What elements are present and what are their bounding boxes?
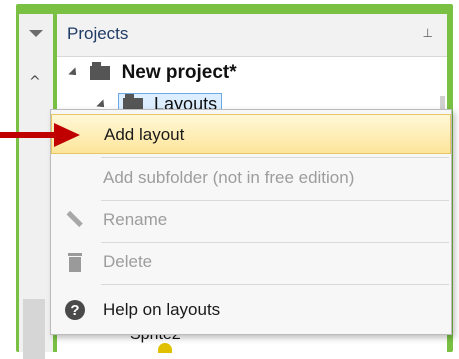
panel-title: Projects — [67, 24, 129, 43]
context-menu: Add layout Add subfolder (not in free ed… — [50, 109, 452, 335]
menu-item-rename[interactable]: Rename — [51, 200, 451, 240]
pin-icon[interactable]: ⊥ — [423, 26, 433, 40]
panel-header: Projects ⊥ — [57, 14, 447, 57]
chevron-down-icon[interactable] — [29, 30, 43, 37]
scrollbar-thumb[interactable] — [23, 299, 45, 359]
menu-item-label: Delete — [103, 252, 153, 271]
chevron-up-icon[interactable]: ^ — [29, 74, 41, 90]
arrow-head — [54, 123, 80, 147]
menu-item-label: Rename — [103, 210, 168, 229]
menu-item-add-layout[interactable]: Add layout — [51, 114, 451, 154]
arrow-shaft — [0, 132, 56, 138]
red-arrow-annotation — [0, 123, 80, 147]
menu-item-help-on-layouts[interactable]: ? Help on layouts — [51, 290, 451, 330]
object-icon — [158, 343, 172, 353]
project-label: New project* — [121, 62, 237, 83]
left-scroll-gutter[interactable]: ^ — [19, 14, 53, 359]
folder-open-icon — [90, 61, 111, 80]
menu-item-add-subfolder[interactable]: Add subfolder (not in free edition) — [51, 158, 451, 198]
menu-item-label: Add subfolder (not in free edition) — [103, 168, 355, 187]
help-icon: ? — [65, 300, 85, 320]
menu-separator — [101, 284, 449, 285]
menu-item-delete[interactable]: Delete — [51, 242, 451, 282]
expand-triangle-icon[interactable] — [68, 67, 80, 79]
menu-item-label: Add layout — [104, 125, 185, 144]
menu-item-label: Help on layouts — [103, 300, 221, 319]
trash-icon — [65, 252, 85, 272]
pencil-icon — [61, 206, 89, 234]
tree-item-project[interactable]: New project* — [68, 61, 237, 84]
